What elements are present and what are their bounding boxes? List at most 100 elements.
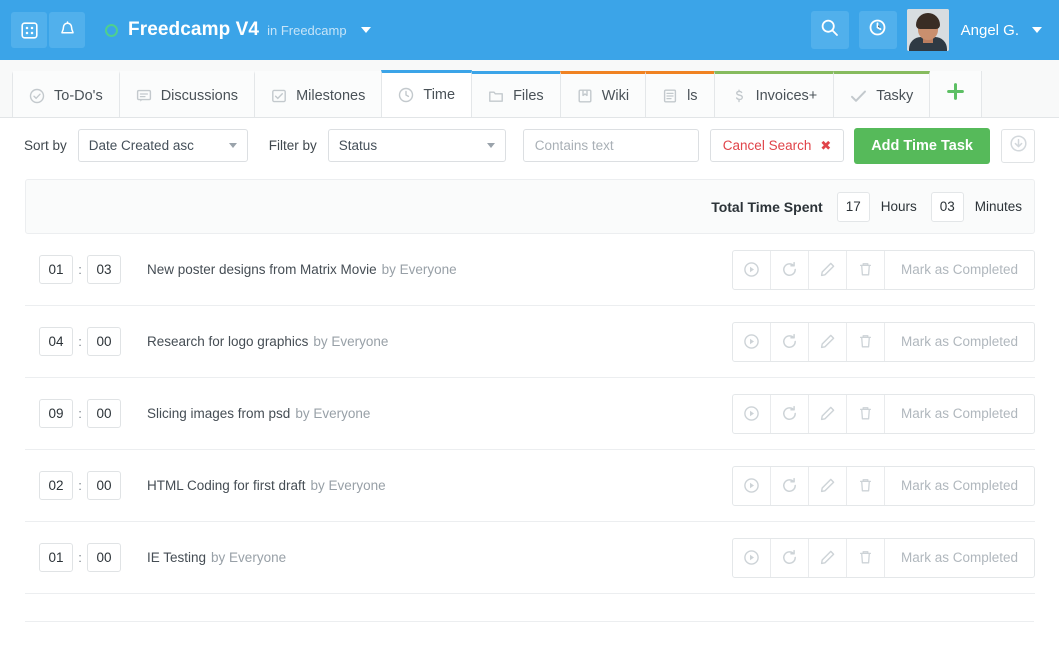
cancel-search-button[interactable]: Cancel Search ✖ xyxy=(709,129,845,162)
close-icon: ✖ xyxy=(820,137,832,153)
delete-button[interactable] xyxy=(847,322,885,361)
mark-as-completed-button[interactable]: Mark as Completed xyxy=(885,251,1034,289)
task-title-text: Research for logo graphics xyxy=(147,334,309,349)
edit-button[interactable] xyxy=(809,250,847,289)
task-minutes-input[interactable]: 00 xyxy=(87,327,121,356)
tab-label: Invoices+ xyxy=(755,87,818,104)
task-hours-input[interactable]: 01 xyxy=(39,543,73,572)
play-timer-button[interactable] xyxy=(733,322,771,361)
check-circle-icon xyxy=(29,88,45,104)
task-assignee-label: by Everyone xyxy=(295,406,371,421)
sort-by-label: Sort by xyxy=(24,138,67,153)
edit-button[interactable] xyxy=(809,538,847,577)
task-title-text: New poster designs from Matrix Movie xyxy=(147,262,377,277)
download-circle-icon xyxy=(1009,134,1028,158)
mark-as-completed-button[interactable]: Mark as Completed xyxy=(885,467,1034,505)
tab-milestones[interactable]: Milestones xyxy=(254,71,383,117)
clock-icon xyxy=(398,87,414,103)
tab-label: Discussions xyxy=(160,87,239,104)
tab-label: Wiki xyxy=(601,87,630,104)
task-minutes-input[interactable]: 00 xyxy=(87,399,121,428)
apps-grid-button[interactable] xyxy=(11,12,47,48)
tab-wiki[interactable]: Wiki xyxy=(559,71,647,117)
edit-button[interactable] xyxy=(809,394,847,433)
tab-label: Tasky xyxy=(876,87,914,104)
tab-todos[interactable]: To-Do's xyxy=(12,71,120,117)
hours-unit-label: Hours xyxy=(880,199,917,214)
time-spent-inputs: 01 : 00 xyxy=(39,543,121,572)
restart-timer-button[interactable] xyxy=(771,538,809,577)
edit-button[interactable] xyxy=(809,466,847,505)
sort-by-select[interactable]: Date Created asc xyxy=(77,129,248,162)
total-minutes-value[interactable]: 03 xyxy=(930,191,964,222)
tab-ls[interactable]: ls xyxy=(645,71,715,117)
task-hours-input[interactable]: 04 xyxy=(39,327,73,356)
tab-time[interactable]: Time xyxy=(381,70,473,117)
user-menu-chevron-down-icon[interactable] xyxy=(1032,27,1042,33)
delete-button[interactable] xyxy=(847,250,885,289)
delete-button[interactable] xyxy=(847,538,885,577)
task-title[interactable]: Slicing images from psd by Everyone xyxy=(147,406,370,421)
filters-toolbar: Sort by Date Created asc Filter by Statu… xyxy=(0,118,1059,173)
play-timer-button[interactable] xyxy=(733,538,771,577)
mark-as-completed-button[interactable]: Mark as Completed xyxy=(885,395,1034,433)
task-title-text: HTML Coding for first draft xyxy=(147,478,306,493)
task-title[interactable]: New poster designs from Matrix Movie by E… xyxy=(147,262,457,277)
plus-icon xyxy=(946,82,965,106)
restart-timer-button[interactable] xyxy=(771,394,809,433)
task-hours-input[interactable]: 09 xyxy=(39,399,73,428)
tab-tasky[interactable]: Tasky xyxy=(833,71,931,117)
total-hours-value[interactable]: 17 xyxy=(836,191,870,222)
task-assignee-label: by Everyone xyxy=(310,478,386,493)
task-hours-input[interactable]: 02 xyxy=(39,471,73,500)
mark-as-completed-button[interactable]: Mark as Completed xyxy=(885,539,1034,577)
task-hours-input[interactable]: 01 xyxy=(39,255,73,284)
project-status-dot xyxy=(105,23,118,37)
search-input[interactable] xyxy=(532,137,714,154)
task-title[interactable]: HTML Coding for first draft by Everyone xyxy=(147,478,386,493)
global-search-button[interactable] xyxy=(810,11,849,49)
grid-apps-icon xyxy=(20,21,38,39)
tab-invoices-plus[interactable]: Invoices+ xyxy=(713,71,835,117)
delete-button[interactable] xyxy=(847,394,885,433)
play-timer-button[interactable] xyxy=(733,466,771,505)
timer-button[interactable] xyxy=(858,11,897,49)
download-button[interactable] xyxy=(1001,128,1035,163)
cancel-search-label: Cancel Search xyxy=(722,138,812,153)
project-context-label: in Freedcamp xyxy=(267,22,347,38)
mark-as-completed-button[interactable]: Mark as Completed xyxy=(885,323,1034,361)
project-switcher[interactable]: Freedcamp V4 in Freedcamp xyxy=(105,19,371,41)
search-field-wrapper[interactable] xyxy=(522,129,728,162)
time-separator: : xyxy=(78,262,82,277)
project-title: Freedcamp V4 xyxy=(128,19,260,40)
comment-icon xyxy=(136,88,152,104)
restart-timer-button[interactable] xyxy=(771,322,809,361)
time-spent-inputs: 04 : 00 xyxy=(39,327,121,356)
task-minutes-input[interactable]: 00 xyxy=(87,471,121,500)
notifications-button[interactable] xyxy=(49,12,85,48)
tab-files[interactable]: Files xyxy=(471,71,561,117)
chevron-down-icon[interactable] xyxy=(360,27,371,33)
table-row: 02 : 00 HTML Coding for first draft by Ev… xyxy=(25,450,1035,522)
add-app-button[interactable] xyxy=(929,71,983,117)
edit-button[interactable] xyxy=(809,322,847,361)
task-minutes-input[interactable]: 00 xyxy=(87,543,121,572)
task-assignee-label: by Everyone xyxy=(211,550,287,565)
header-right-group: Angel G. xyxy=(810,9,1048,51)
add-time-task-button[interactable]: Add Time Task xyxy=(854,127,990,164)
tab-discussions[interactable]: Discussions xyxy=(118,71,256,117)
task-title[interactable]: IE Testing by Everyone xyxy=(147,550,286,565)
time-separator: : xyxy=(78,550,82,565)
play-timer-button[interactable] xyxy=(733,394,771,433)
restart-timer-button[interactable] xyxy=(771,250,809,289)
row-actions: Mark as Completed xyxy=(731,465,1035,506)
task-minutes-input[interactable]: 03 xyxy=(87,255,121,284)
avatar[interactable] xyxy=(906,9,949,51)
delete-button[interactable] xyxy=(847,466,885,505)
task-title[interactable]: Research for logo graphics by Everyone xyxy=(147,334,388,349)
restart-timer-button[interactable] xyxy=(771,466,809,505)
search-icon xyxy=(820,18,839,42)
play-timer-button[interactable] xyxy=(733,250,771,289)
checkmark-icon xyxy=(850,88,867,104)
filter-by-select[interactable]: Status xyxy=(327,129,506,162)
